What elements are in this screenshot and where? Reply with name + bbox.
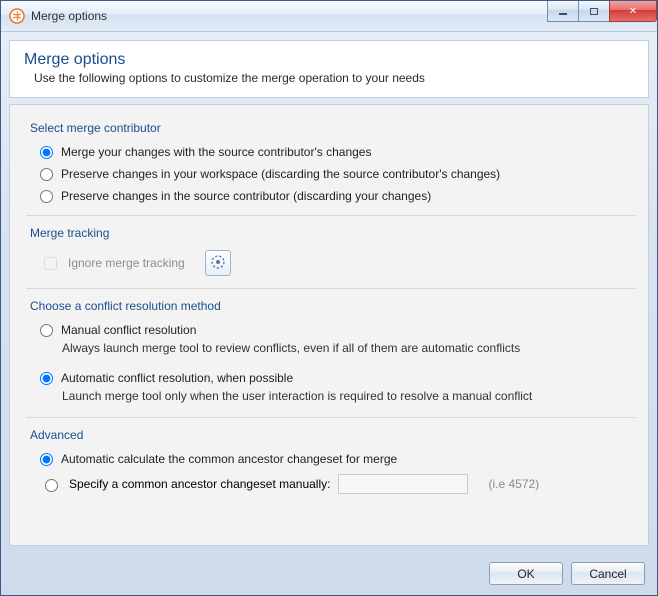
ignore-tracking-row: Ignore merge tracking [30,246,632,280]
ignore-tracking-checkbox [44,257,57,270]
radio-preserve-workspace-input[interactable] [40,168,53,181]
radio-preserve-source[interactable]: Preserve changes in the source contribut… [30,185,632,207]
radio-auto-ancestor[interactable]: Automatic calculate the common ancestor … [30,448,632,470]
ok-button[interactable]: OK [489,562,563,585]
page-subtitle: Use the following options to customize t… [24,71,634,85]
radio-auto-conflict[interactable]: Automatic conflict resolution, when poss… [30,367,632,389]
ancestor-changeset-input[interactable] [338,474,468,494]
radio-preserve-source-label: Preserve changes in the source contribut… [61,189,431,203]
divider [26,288,636,289]
ancestor-hint: (i.e 4572) [488,477,539,491]
tracking-icon [210,254,226,273]
radio-manual-conflict-input[interactable] [40,324,53,337]
radio-auto-conflict-label: Automatic conflict resolution, when poss… [61,371,293,385]
radio-manual-ancestor-label: Specify a common ancestor changeset manu… [69,477,330,491]
radio-preserve-source-input[interactable] [40,190,53,203]
merge-options-window: Merge options ✕ Merge options Use the fo… [0,0,658,596]
header-panel: Merge options Use the following options … [9,40,649,98]
divider [26,215,636,216]
dialog-footer: OK Cancel [1,554,657,595]
radio-preserve-workspace-label: Preserve changes in your workspace (disc… [61,167,500,181]
radio-manual-ancestor[interactable]: Specify a common ancestor changeset manu… [30,470,632,498]
radio-auto-conflict-input[interactable] [40,372,53,385]
radio-manual-conflict-label: Manual conflict resolution [61,323,196,337]
group-title-contributor: Select merge contributor [30,115,632,141]
radio-manual-conflict[interactable]: Manual conflict resolution [30,319,632,341]
cancel-button[interactable]: Cancel [571,562,645,585]
manual-conflict-desc: Always launch merge tool to review confl… [30,341,632,361]
divider [26,417,636,418]
radio-merge-changes-label: Merge your changes with the source contr… [61,145,371,159]
tracking-info-button[interactable] [205,250,231,276]
app-icon [9,8,25,24]
radio-merge-changes[interactable]: Merge your changes with the source contr… [30,141,632,163]
close-icon: ✕ [629,6,637,17]
minimize-button[interactable] [547,1,579,22]
window-title: Merge options [31,9,107,23]
body-panel: Select merge contributor Merge your chan… [9,104,649,546]
radio-auto-ancestor-input[interactable] [40,453,53,466]
titlebar: Merge options ✕ [1,1,657,32]
ignore-tracking-label: Ignore merge tracking [68,256,185,270]
radio-preserve-workspace[interactable]: Preserve changes in your workspace (disc… [30,163,632,185]
window-buttons: ✕ [548,1,657,21]
group-title-tracking: Merge tracking [30,220,632,246]
page-title: Merge options [24,51,634,69]
radio-merge-changes-input[interactable] [40,146,53,159]
close-button[interactable]: ✕ [609,1,657,22]
group-title-advanced: Advanced [30,422,632,448]
radio-auto-ancestor-label: Automatic calculate the common ancestor … [61,452,397,466]
radio-manual-ancestor-input[interactable] [45,479,58,492]
group-title-conflict: Choose a conflict resolution method [30,293,632,319]
auto-conflict-desc: Launch merge tool only when the user int… [30,389,632,409]
maximize-button[interactable] [578,1,610,22]
